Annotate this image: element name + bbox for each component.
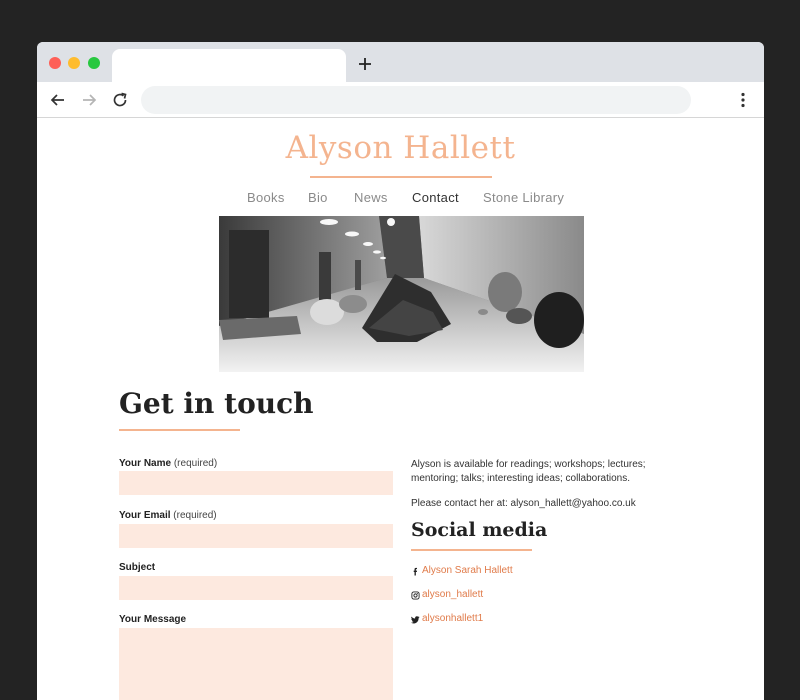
browser-tab[interactable] [112, 49, 346, 82]
browser-toolbar [37, 82, 764, 118]
tab-bar [37, 42, 764, 82]
main-nav: Books Bio News Contact Stone Library [37, 190, 764, 208]
contact-email-text: Please contact her at: alyson_hallett@ya… [411, 498, 636, 509]
heading-underline [119, 429, 240, 431]
nav-link-books[interactable]: Books [247, 190, 285, 205]
instagram-icon [411, 591, 420, 600]
reload-icon[interactable] [109, 89, 131, 111]
maximize-window-button[interactable] [88, 57, 100, 69]
browser-window: Alyson Hallett Books Bio News Contact St… [37, 42, 764, 700]
message-label: Your Message [119, 614, 187, 625]
facebook-link[interactable]: Alyson Sarah Hallett [422, 565, 513, 576]
availability-text: Alyson is available for readings; worksh… [411, 459, 646, 484]
subject-label: Subject [119, 562, 156, 573]
name-label: Your Name (required) [119, 458, 217, 469]
nav-link-news[interactable]: News [354, 190, 388, 205]
email-label: Your Email (required) [119, 510, 217, 521]
hero-image [219, 216, 584, 372]
web-page: Alyson Hallett Books Bio News Contact St… [37, 119, 764, 700]
minimize-window-button[interactable] [68, 57, 80, 69]
required-note: (required) [173, 510, 217, 521]
new-tab-icon[interactable] [355, 54, 375, 74]
back-arrow-icon[interactable] [47, 89, 69, 111]
message-field[interactable] [119, 628, 393, 700]
nav-link-stone-library[interactable]: Stone Library [483, 190, 564, 205]
email-label-text: Your Email [119, 510, 171, 521]
more-menu-icon[interactable] [732, 89, 754, 111]
address-bar[interactable] [141, 86, 691, 114]
forward-arrow-icon[interactable] [78, 89, 100, 111]
close-window-button[interactable] [49, 57, 61, 69]
contact-heading: Get in touch [119, 387, 314, 420]
nav-link-contact[interactable]: Contact [412, 190, 459, 205]
instagram-link[interactable]: alyson_hallett [422, 589, 483, 600]
facebook-icon [413, 567, 418, 576]
social-underline [411, 549, 532, 551]
site-title[interactable]: Alyson Hallett [37, 130, 764, 166]
subject-field[interactable] [119, 576, 393, 600]
twitter-link[interactable]: alysonhallett1 [422, 613, 483, 624]
social-heading: Social media [411, 519, 548, 541]
nav-link-bio[interactable]: Bio [308, 190, 328, 205]
email-field[interactable] [119, 524, 393, 548]
twitter-icon [411, 616, 420, 624]
title-underline [310, 176, 492, 178]
name-field[interactable] [119, 471, 393, 495]
required-note: (required) [173, 458, 218, 469]
name-label-text: Your Name [119, 458, 172, 469]
